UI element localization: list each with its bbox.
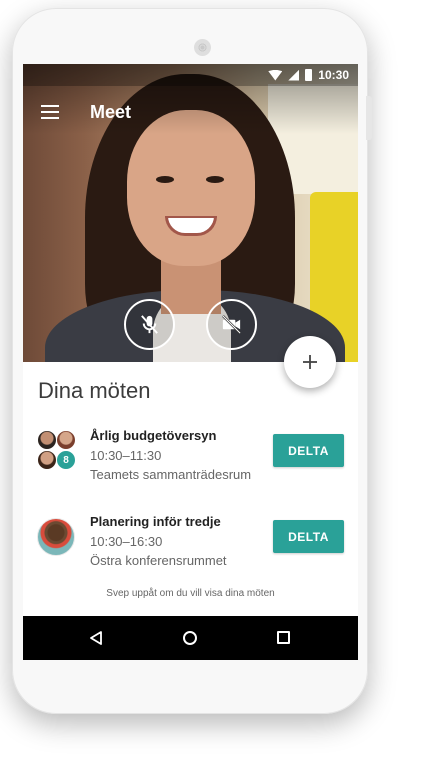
meeting-item[interactable]: Planering inför tredje 10:30–16:30 Östra… [23,510,358,590]
meeting-time: 10:30–11:30 [90,448,162,463]
status-bar: 10:30 [23,64,358,86]
avatar [37,518,75,556]
recent-apps-icon[interactable] [277,631,290,644]
avatar [56,430,76,450]
swipe-hint: Svep uppåt om du vill visa dina möten [106,588,275,599]
video-preview: 10:30 Meet [23,64,358,362]
navigation-bar [23,616,358,660]
battery-icon [305,69,313,81]
meeting-item[interactable]: 8 Årlig budgetöversyn 10:30–11:30 Teamet… [23,424,358,504]
earpiece-speaker [194,39,211,56]
menu-icon[interactable] [41,105,59,119]
signal-icon [288,69,300,81]
status-time: 10:30 [318,68,349,82]
home-icon[interactable] [183,631,197,645]
participant-avatars: 8 [37,430,79,472]
participant-count-badge: 8 [56,450,76,470]
meeting-title: Planering inför tredje [90,514,221,529]
video-off-icon [222,315,241,334]
meeting-room: Östra konferensrummet [90,553,227,568]
mute-microphone-button[interactable] [124,299,175,350]
join-button[interactable]: DELTA [273,520,344,553]
meeting-title: Årlig budgetöversyn [90,428,217,443]
avatar [37,430,57,450]
meeting-time: 10:30–16:30 [90,534,163,549]
plus-icon [303,355,317,369]
section-title: Dina möten [38,378,151,403]
back-icon[interactable] [89,631,103,645]
turn-off-camera-button[interactable] [206,299,257,350]
power-button [366,96,372,140]
screen: 10:30 Meet Dina möten 8 Årlig budgetöver… [23,64,358,660]
new-meeting-fab[interactable] [284,336,336,388]
avatar [37,450,57,470]
meeting-room: Teamets sammanträdesrum [90,467,252,482]
person-eye-right [206,176,224,183]
join-button[interactable]: DELTA [273,434,344,467]
app-title: Meet [90,102,132,122]
wifi-icon [268,69,283,81]
mic-off-icon [141,315,158,334]
app-bar: Meet [23,98,358,126]
person-eye-left [156,176,174,183]
